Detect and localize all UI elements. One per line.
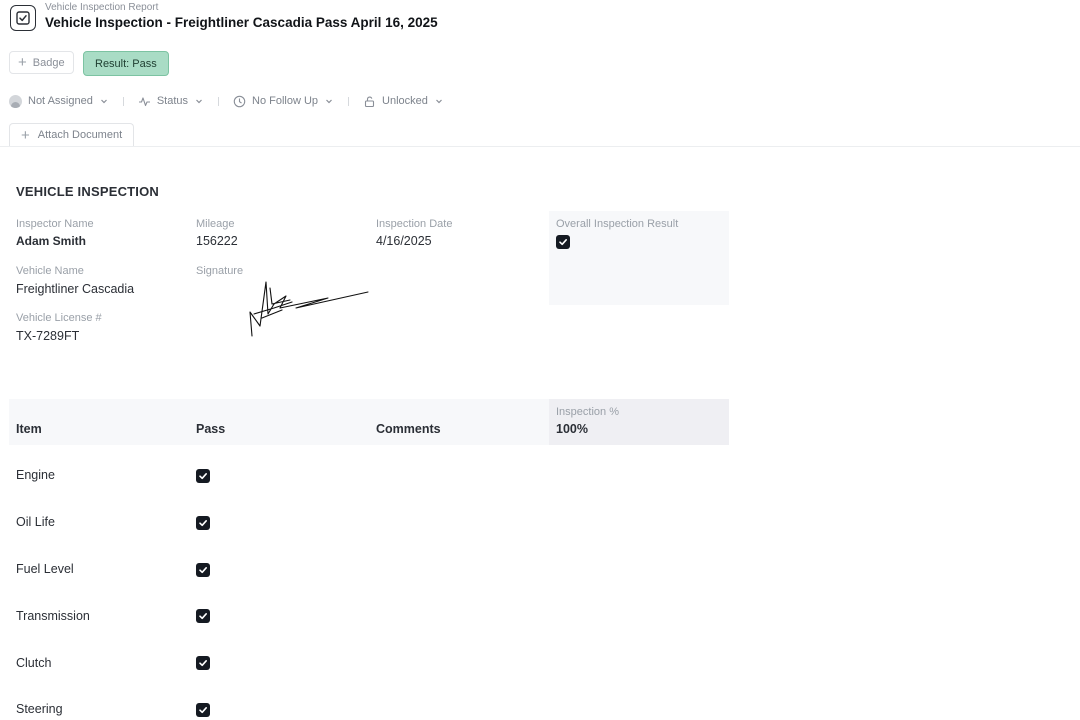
report-subtitle: Vehicle Inspection Report xyxy=(45,2,159,13)
overall-result-checkbox[interactable] xyxy=(556,235,570,249)
plus-icon: + xyxy=(21,126,30,144)
mileage-label: Mileage xyxy=(196,218,235,230)
follow-up-dropdown[interactable]: No Follow Up xyxy=(233,95,334,108)
assignee-label: Not Assigned xyxy=(28,95,93,107)
signature-label: Signature xyxy=(196,265,244,277)
inspector-name-value[interactable]: Adam Smith xyxy=(16,234,86,248)
license-value[interactable]: TX-7289FT xyxy=(16,329,79,343)
activity-icon xyxy=(138,96,150,106)
inspection-percent-label: Inspection % xyxy=(556,406,619,418)
inspection-date-label: Inspection Date xyxy=(376,218,453,230)
column-header-pass: Pass xyxy=(196,422,226,436)
attach-document-label: Attach Document xyxy=(37,129,123,141)
toolbar-divider xyxy=(122,96,124,106)
page-title: Vehicle Inspection - Freightliner Cascad… xyxy=(45,15,438,30)
checklist-icon xyxy=(10,5,36,31)
row-item-name: Engine xyxy=(16,468,55,482)
inspector-name-label: Inspector Name xyxy=(16,218,94,230)
chevron-down-icon xyxy=(196,99,202,104)
section-title: VEHICLE INSPECTION xyxy=(16,184,160,199)
chevron-down-icon xyxy=(326,99,332,104)
add-badge-label: Badge xyxy=(32,56,65,69)
check-icon xyxy=(199,707,207,714)
clock-icon xyxy=(233,95,246,107)
license-label: Vehicle License # xyxy=(16,312,102,324)
lock-label: Unlocked xyxy=(382,95,428,107)
check-icon xyxy=(559,239,567,246)
pass-checkbox[interactable] xyxy=(196,656,210,670)
pass-checkbox[interactable] xyxy=(196,469,210,483)
avatar xyxy=(9,94,22,108)
column-header-item: Item xyxy=(16,422,42,436)
row-item-name: Oil Life xyxy=(16,515,55,529)
add-badge-button[interactable]: + Badge xyxy=(9,51,74,74)
check-icon xyxy=(199,567,207,574)
toolbar-divider xyxy=(218,96,220,106)
chevron-down-icon xyxy=(435,99,442,104)
signature-image[interactable] xyxy=(246,274,372,340)
vehicle-name-label: Vehicle Name xyxy=(16,265,84,277)
follow-up-label: No Follow Up xyxy=(252,95,319,107)
row-item-name: Clutch xyxy=(16,656,52,670)
overall-result-label: Overall Inspection Result xyxy=(556,218,679,230)
result-badge[interactable]: Result: Pass xyxy=(83,51,169,76)
assignee-dropdown[interactable]: Not Assigned xyxy=(9,94,109,108)
plus-icon: + xyxy=(18,54,27,71)
attach-document-button[interactable]: + Attach Document xyxy=(9,123,135,146)
inspection-date-value[interactable]: 4/16/2025 xyxy=(376,234,432,248)
pass-checkbox[interactable] xyxy=(196,609,210,623)
status-dropdown[interactable]: Status xyxy=(138,95,204,108)
toolbar-divider xyxy=(348,96,350,106)
check-icon xyxy=(199,613,207,620)
header-divider xyxy=(0,146,1080,147)
row-item-name: Fuel Level xyxy=(16,562,74,576)
pass-checkbox[interactable] xyxy=(196,703,210,717)
chevron-down-icon xyxy=(100,99,107,104)
pass-checkbox[interactable] xyxy=(196,563,210,577)
mileage-value[interactable]: 156222 xyxy=(196,234,238,248)
vehicle-name-value[interactable]: Freightliner Cascadia xyxy=(16,282,134,296)
meta-toolbar: Not Assigned Status No Follow Up Unlocke… xyxy=(9,92,444,110)
inspection-percent-value: 100% xyxy=(556,422,588,436)
row-item-name: Transmission xyxy=(16,609,90,623)
status-label: Status xyxy=(156,95,189,107)
pass-checkbox[interactable] xyxy=(196,516,210,530)
lock-dropdown[interactable]: Unlocked xyxy=(363,95,444,108)
check-icon xyxy=(199,473,207,480)
check-icon xyxy=(199,660,207,667)
row-item-name: Steering xyxy=(16,702,63,716)
unlock-icon xyxy=(364,96,375,107)
column-header-comments: Comments xyxy=(376,422,441,436)
check-icon xyxy=(199,520,207,527)
